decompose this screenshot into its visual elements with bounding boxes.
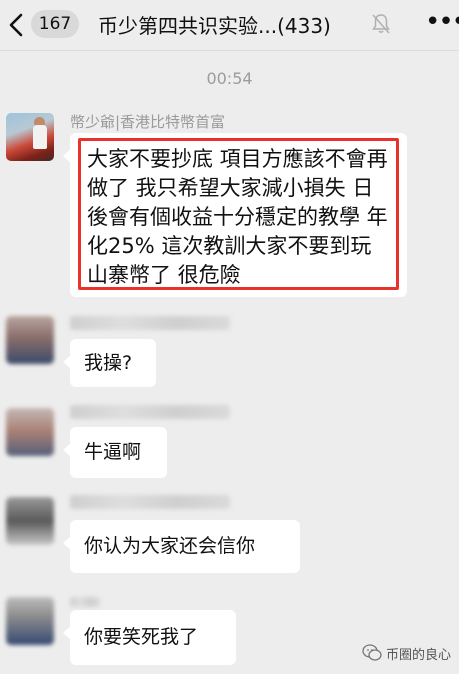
message-bubble[interactable]: 牛逼啊 (63, 427, 167, 478)
message-bubble[interactable]: 我操? (63, 339, 156, 387)
avatar[interactable] (6, 497, 54, 545)
wechat-logo-icon (362, 644, 382, 661)
back-arrow-icon[interactable] (6, 10, 28, 40)
chat-header: 167 币少第四共识实验...(433) ••• (0, 0, 459, 51)
message-bubble[interactable]: 你认为大家还会信你 (63, 520, 300, 573)
avatar[interactable] (6, 113, 54, 161)
blurred-sender-name (70, 495, 230, 509)
mute-bell-icon (372, 14, 390, 34)
avatar[interactable] (6, 408, 54, 456)
chat-title: 币少第四共识实验...(433) (98, 14, 331, 38)
message-bubble[interactable]: 大家不要抄底 項目方應該不會再做了 我只希望大家減小損失 日後會有個收益十分穩定… (63, 133, 407, 297)
blurred-sender-name (70, 597, 100, 607)
watermark: 币圈的良心 (362, 641, 454, 665)
watermark-text: 币圈的良心 (386, 647, 452, 663)
avatar[interactable] (6, 597, 54, 645)
message-bubble[interactable]: 你要笑死我了 (63, 610, 236, 665)
blurred-sender-name (70, 405, 230, 419)
highlighted-message-text: 大家不要抄底 項目方應該不會再做了 我只希望大家減小損失 日後會有個收益十分穩定… (78, 138, 399, 290)
more-options-icon[interactable]: ••• (425, 9, 459, 38)
unread-count-badge[interactable]: 167 (31, 10, 79, 38)
message-timestamp: 00:54 (206, 69, 253, 88)
blurred-sender-name (70, 316, 230, 330)
sender-name: 幣少爺|香港比特幣首富 (70, 113, 226, 131)
avatar[interactable] (6, 316, 54, 364)
